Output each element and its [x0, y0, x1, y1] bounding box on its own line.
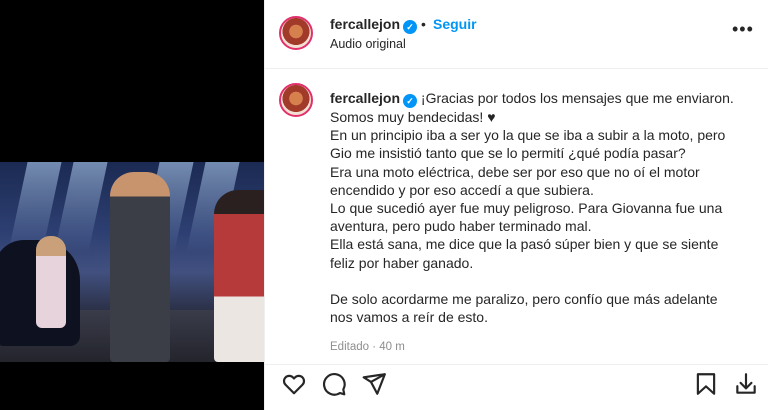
verified-badge-icon: ✓	[403, 20, 418, 34]
edited-timestamp[interactable]: Editado · 40 m	[330, 341, 405, 353]
save-icon[interactable]	[693, 371, 719, 397]
caption-line-0: fercallejon ✓ ¡Gracias por todos los mens…	[330, 89, 750, 108]
caption-username[interactable]: fercallejon	[330, 90, 400, 106]
stage-light	[54, 162, 108, 252]
verified-badge-icon: ✓	[403, 94, 418, 108]
caption-line: nos vamos a reír de esto.	[330, 309, 488, 326]
caption-line: Era una moto eléctrica, debe ser por eso…	[330, 163, 700, 180]
more-options-icon[interactable]: •••	[732, 20, 754, 38]
comment-icon[interactable]	[321, 371, 347, 397]
caption-line: aventura, pero pudo haber terminado mal.	[330, 218, 592, 235]
username[interactable]: fercallejon	[330, 16, 400, 32]
girl-figure	[36, 236, 66, 328]
share-icon[interactable]	[361, 371, 387, 397]
avatar[interactable]	[279, 16, 313, 50]
post-header-user[interactable]: fercallejon ✓	[330, 16, 418, 34]
caption-text: ¡Gracias por todos los mensajes que me e…	[420, 90, 734, 106]
caption-line: Gio me insistió tanto que se lo permití …	[330, 145, 686, 162]
caption: fercallejon ✓ ¡Gracias por todos los mens…	[330, 89, 750, 326]
caption-line: De solo acordarme me paralizo, pero conf…	[330, 291, 718, 308]
separator-dot: •	[421, 16, 426, 32]
host-figure	[110, 172, 170, 362]
audio-link[interactable]: Audio original	[330, 37, 406, 51]
caption-line: Ella está sana, me dice que la pasó súpe…	[330, 236, 719, 253]
caption-line: Lo que sucedió ayer fue muy peligroso. P…	[330, 200, 723, 217]
caption-avatar[interactable]	[279, 83, 313, 117]
caption-line: En un principio iba a ser yo la que se i…	[330, 127, 726, 144]
divider	[265, 364, 768, 365]
post-video[interactable]	[0, 0, 264, 410]
caption-line: feliz por haber ganado.	[330, 254, 474, 271]
heart-icon[interactable]	[281, 371, 307, 397]
instagram-post: fercallejon ✓ • Seguir Audio original •••…	[0, 0, 768, 410]
follow-button[interactable]: Seguir	[433, 16, 477, 32]
woman-figure	[214, 190, 264, 362]
divider	[265, 68, 768, 69]
caption-line: encendido y por eso accedí a que subiera…	[330, 181, 594, 198]
post-side-panel: fercallejon ✓ • Seguir Audio original •••…	[264, 0, 768, 410]
video-frame	[0, 162, 264, 362]
download-icon[interactable]	[733, 371, 759, 397]
caption-line: Somos muy bendecidas! ♥	[330, 109, 496, 125]
